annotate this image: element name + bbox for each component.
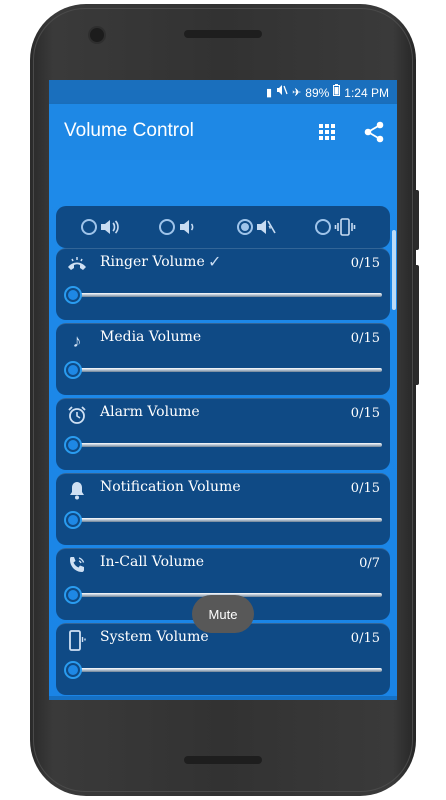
clock: 1:24 PM (344, 85, 389, 100)
slider-thumb[interactable] (64, 436, 82, 454)
airplane-icon: ✈ (292, 86, 302, 99)
media-volume-value: 0/15 (350, 331, 380, 346)
share-icon[interactable] (363, 120, 385, 144)
slider-track[interactable] (72, 518, 382, 522)
scrollbar[interactable] (392, 230, 396, 310)
slider-track[interactable] (72, 668, 382, 672)
grid-icon[interactable] (319, 124, 335, 140)
battery-icon (333, 84, 341, 101)
slider-thumb[interactable] (64, 511, 82, 529)
in-call-volume-value: 0/7 (359, 556, 380, 571)
slider-track[interactable] (72, 293, 382, 297)
alarm-volume-slider[interactable] (64, 435, 382, 455)
media-volume-label: Media Volume (100, 329, 202, 345)
alarm-clock-icon (66, 405, 88, 427)
notification-volume-value: 0/15 (350, 481, 380, 496)
system-volume-value: 0/15 (350, 631, 380, 646)
bottom-speaker (184, 756, 262, 764)
ringer-volume-label: Ringer Volume (100, 254, 205, 270)
slider-thumb[interactable] (64, 361, 82, 379)
in-call-volume-label: In-Call Volume (100, 554, 205, 570)
notification-volume-slider[interactable] (64, 510, 382, 530)
mode-quiet[interactable] (159, 217, 196, 237)
volume-rocker (414, 265, 419, 385)
speaker-quiet-icon (180, 220, 194, 234)
system-volume-card: System Volume 0/15 (56, 623, 390, 695)
mode-mute-radio[interactable] (237, 219, 253, 235)
battery-alert-icon: ▮ (265, 86, 273, 99)
earpiece-speaker (184, 30, 262, 38)
mode-sound-radio[interactable] (81, 219, 97, 235)
system-volume-slider[interactable] (64, 660, 382, 680)
media-volume-slider[interactable] (64, 360, 382, 380)
mode-mute[interactable] (237, 217, 276, 237)
notification-volume-label: Notification Volume (100, 479, 241, 495)
speaker-mute-icon (257, 220, 276, 234)
ringer-volume-value: 0/15 (350, 256, 380, 271)
battery-percent: 89% (305, 85, 330, 100)
notification-volume-card: Notification Volume 0/15 (56, 473, 390, 545)
ringer-mode-selector (56, 206, 390, 248)
screen: ▮ ✈ 89% 1:24 PM Volume Control Ringer Vo… (49, 80, 397, 700)
ringer-volume-slider[interactable] (64, 285, 382, 305)
vibrate-icon (334, 218, 356, 236)
bottom-shade (49, 696, 397, 700)
speaker-loud-icon (101, 220, 119, 234)
mode-vibrate-radio[interactable] (315, 219, 331, 235)
alarm-volume-label: Alarm Volume (100, 404, 200, 420)
power-button (414, 190, 419, 250)
status-icons: ▮ ✈ 89% 1:24 PM (266, 84, 389, 101)
in-call-phone-icon (66, 555, 88, 577)
mute-icon (276, 84, 288, 101)
music-note-icon: ♪ (72, 331, 82, 351)
status-bar: ▮ ✈ 89% 1:24 PM (49, 80, 397, 104)
ringer-volume-card: Ringer Volume ✓ 0/15 (56, 248, 390, 320)
alarm-volume-value: 0/15 (350, 406, 380, 421)
mode-sound[interactable] (81, 217, 120, 237)
app-title: Volume Control (64, 120, 194, 141)
slider-track[interactable] (72, 443, 382, 447)
slider-thumb[interactable] (64, 286, 82, 304)
checkmark-icon: ✓ (208, 254, 222, 271)
ringer-phone-icon (66, 255, 88, 277)
alarm-volume-card: Alarm Volume 0/15 (56, 398, 390, 470)
bell-icon (66, 480, 88, 502)
slider-track[interactable] (72, 368, 382, 372)
media-volume-card: ♪ Media Volume 0/15 (56, 323, 390, 395)
slider-thumb[interactable] (64, 586, 82, 604)
app-bar: Volume Control (49, 104, 397, 160)
front-camera (88, 26, 106, 44)
system-volume-label: System Volume (100, 629, 209, 645)
mode-quiet-radio[interactable] (159, 219, 175, 235)
slider-thumb[interactable] (64, 661, 82, 679)
mute-toast: Mute (192, 595, 254, 633)
mode-vibrate[interactable] (315, 217, 356, 237)
phone-system-icon (66, 630, 88, 652)
